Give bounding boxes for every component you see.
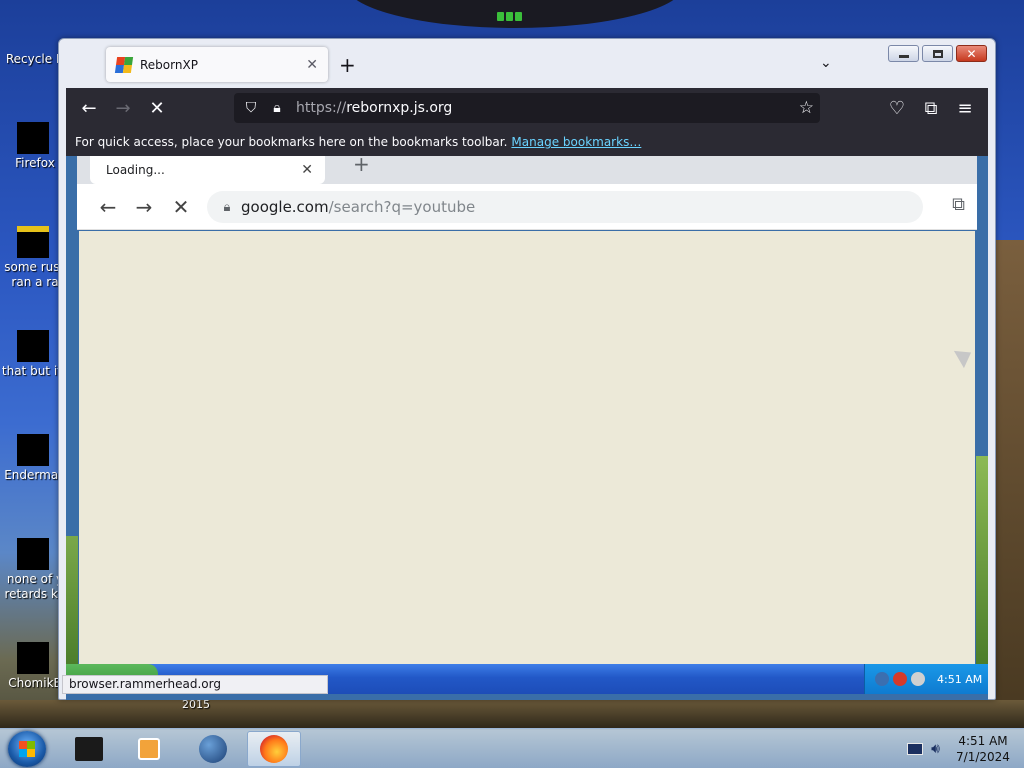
maximize-button[interactable] (922, 45, 953, 62)
arrow-left-icon: ← (81, 97, 97, 119)
clock-date: 7/1/2024 (956, 750, 1010, 764)
inner-wallpaper-left (66, 536, 78, 666)
inner-system-tray: 4:51 AM (864, 664, 988, 694)
close-icon: ✕ (966, 46, 977, 61)
extensions-button[interactable]: ⧉ (914, 91, 948, 125)
toolbar-right-buttons: ♡ ⧉ ≡ (880, 91, 982, 125)
puzzle-icon: ⧉ (924, 97, 938, 119)
forward-button[interactable]: → (106, 91, 140, 125)
firefox-icon (17, 110, 53, 154)
stop-icon: ✕ (149, 97, 165, 119)
inner-wallpaper-right (976, 456, 988, 666)
clock[interactable]: 4:51 AM 7/1/2024 (948, 733, 1018, 765)
media-player-icon (138, 738, 160, 760)
wallpaper-ground (0, 700, 1024, 730)
inner-url-path: /search?q=youtube (328, 198, 476, 216)
inner-page-body (79, 231, 975, 666)
tab-close-icon[interactable]: ✕ (306, 57, 318, 73)
lock-icon[interactable]: 🔒︎ (264, 100, 290, 116)
list-all-tabs-button[interactable]: ⌄ (820, 55, 832, 71)
minimize-button[interactable] (888, 45, 919, 62)
url-text: https://rebornxp.js.org (296, 100, 452, 116)
security-alert-icon[interactable] (893, 672, 907, 686)
file-icon (17, 214, 53, 258)
back-button[interactable]: ← (72, 91, 106, 125)
pocket-icon: ♡ (888, 97, 906, 119)
tab-rebornxp[interactable]: RebornXP ✕ (106, 47, 328, 82)
page-content: Loading... ✕ + ← → ✕ 🔒︎ google.com/searc… (66, 152, 988, 700)
url-domain: rebornxp.js.org (346, 100, 453, 116)
inner-tab-loading[interactable]: Loading... ✕ (90, 156, 325, 184)
maximize-icon (932, 49, 943, 58)
windows-logo-icon (114, 56, 134, 73)
taskbar-app-explorer[interactable] (62, 731, 116, 767)
app-icon (17, 630, 53, 674)
clock-time: 4:51 AM (958, 734, 1008, 748)
new-tab-button[interactable]: + (339, 53, 356, 77)
close-button[interactable]: ✕ (956, 45, 987, 62)
window-controls: ✕ (888, 45, 987, 62)
stop-button[interactable]: ✕ (140, 91, 174, 125)
inner-address-bar[interactable]: 🔒︎ google.com/search?q=youtube (207, 191, 923, 223)
bookmark-star-icon[interactable]: ☆ (799, 98, 814, 118)
globe-icon (199, 735, 227, 763)
recycle-bin-icon (17, 6, 53, 50)
inner-tab-close-icon[interactable]: ✕ (301, 162, 313, 178)
start-button[interactable] (8, 731, 46, 767)
firefox-icon (260, 735, 288, 763)
firefox-toolbar: ← → ✕ ⛉ 🔒︎ https://rebornxp.js.org ☆ ♡ ⧉… (66, 88, 988, 128)
url-scheme: https:// (296, 100, 347, 116)
minimize-icon (898, 54, 909, 58)
volume-icon[interactable]: 🔊︎ (931, 741, 940, 757)
pocket-button[interactable]: ♡ (880, 91, 914, 125)
open-external-icon[interactable]: ⧉ (952, 194, 965, 215)
taskbar-app-firefox[interactable] (247, 731, 301, 767)
system-tray: 🔊︎ 4:51 AM 7/1/2024 (907, 733, 1018, 765)
app-icon (17, 526, 53, 570)
inner-clock: 4:51 AM (937, 672, 983, 686)
bookmarks-hint: For quick access, place your bookmarks h… (75, 135, 508, 149)
taskbar: 🔊︎ 4:51 AM 7/1/2024 (0, 728, 1024, 768)
taskbar-app-media-player[interactable] (122, 731, 176, 767)
manage-bookmarks-link[interactable]: Manage bookmarks… (511, 135, 641, 149)
tab-title: RebornXP (140, 57, 198, 72)
inner-toolbar: ← → ✕ 🔒︎ google.com/search?q=youtube ⧉ (77, 184, 977, 230)
wallpaper-lights (497, 6, 527, 21)
inner-tab-title: Loading... (106, 163, 165, 177)
inner-forward-button[interactable]: → (129, 192, 159, 222)
windows-logo-icon (19, 741, 35, 757)
folder-icon (75, 737, 103, 761)
status-url-tooltip: browser.rammerhead.org (62, 675, 328, 694)
arrow-right-icon: → (115, 97, 131, 119)
bookmarks-toolbar: For quick access, place your bookmarks h… (66, 128, 988, 156)
arrow-left-icon: ← (99, 195, 117, 219)
file-icon (17, 318, 53, 362)
lock-icon: 🔒︎ (223, 199, 231, 215)
inner-stop-button[interactable]: ✕ (166, 192, 196, 222)
menu-button[interactable]: ≡ (948, 91, 982, 125)
inner-tab-strip: Loading... ✕ + (77, 152, 977, 184)
inner-back-button[interactable]: ← (93, 192, 123, 222)
stop-icon: ✕ (172, 195, 190, 219)
shield-icon[interactable]: ⛉ (238, 100, 264, 116)
url-bar[interactable]: ⛉ 🔒︎ https://rebornxp.js.org ☆ (234, 93, 820, 123)
inner-url-host: google.com (241, 198, 329, 216)
taskbar-app-globe[interactable] (186, 731, 240, 767)
inner-new-tab-button[interactable]: + (353, 152, 370, 176)
action-center-icon[interactable] (907, 743, 924, 755)
hamburger-icon: ≡ (957, 97, 973, 119)
arrow-right-icon: → (135, 195, 153, 219)
app-icon (17, 422, 53, 466)
volume-icon[interactable] (911, 672, 925, 686)
network-icon[interactable] (875, 672, 889, 686)
